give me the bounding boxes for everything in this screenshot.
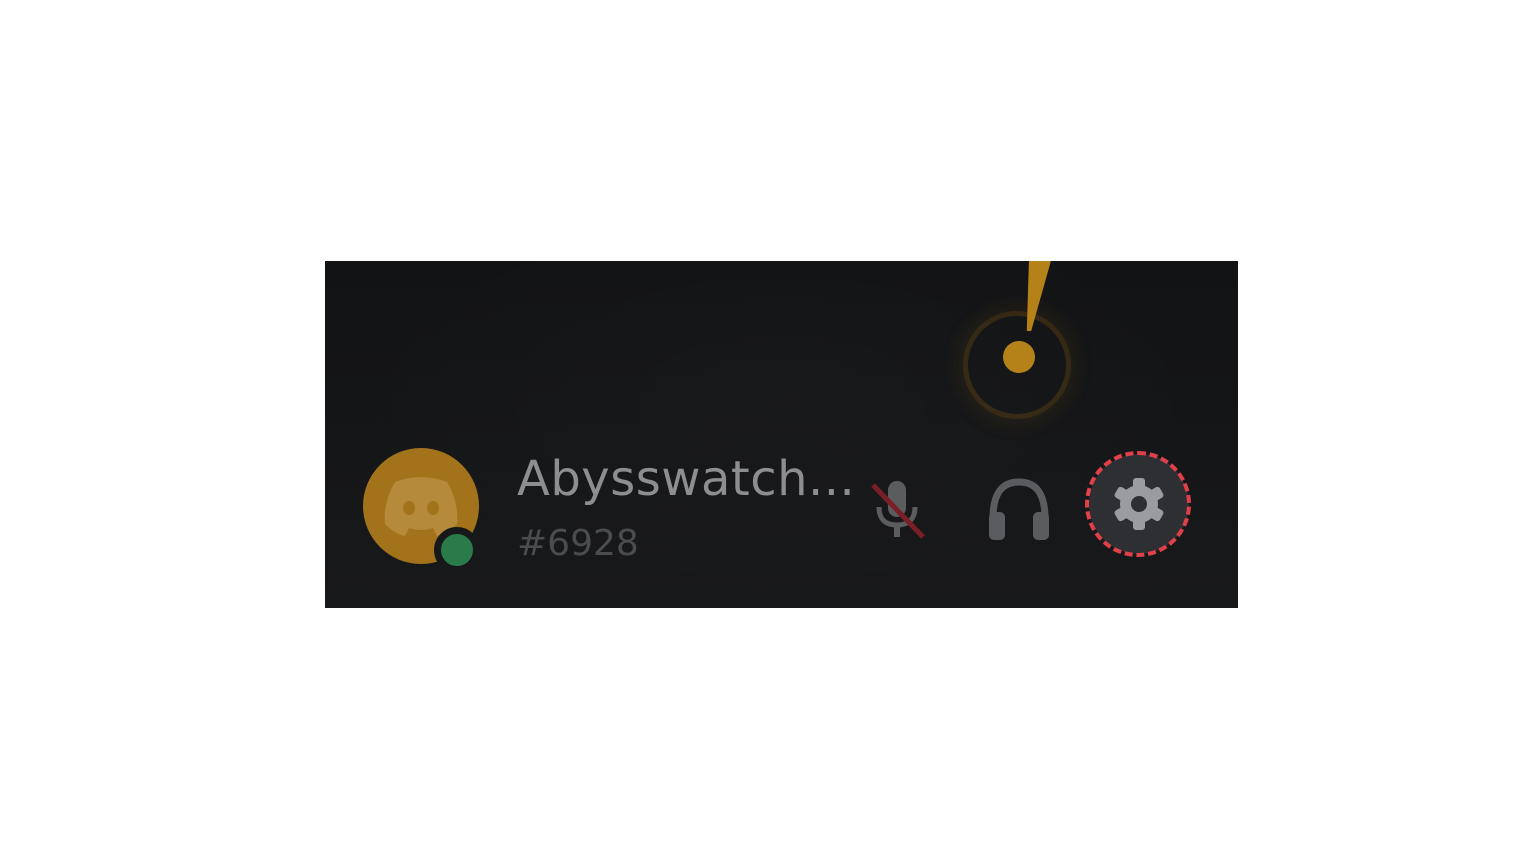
attention-indicator [955, 261, 1085, 441]
headphones-icon [989, 478, 1049, 540]
online-status-badge [434, 527, 480, 573]
username[interactable]: Abysswatch... [517, 451, 855, 507]
user-panel: Abysswatch... #6928 [325, 261, 1238, 608]
highlight-ring [1085, 451, 1191, 557]
deafen-button[interactable] [967, 456, 1071, 560]
mute-button[interactable] [845, 459, 949, 563]
user-tag: #6928 [517, 523, 639, 564]
exclamation-dot [1003, 341, 1035, 373]
microphone-muted-icon [871, 481, 925, 539]
